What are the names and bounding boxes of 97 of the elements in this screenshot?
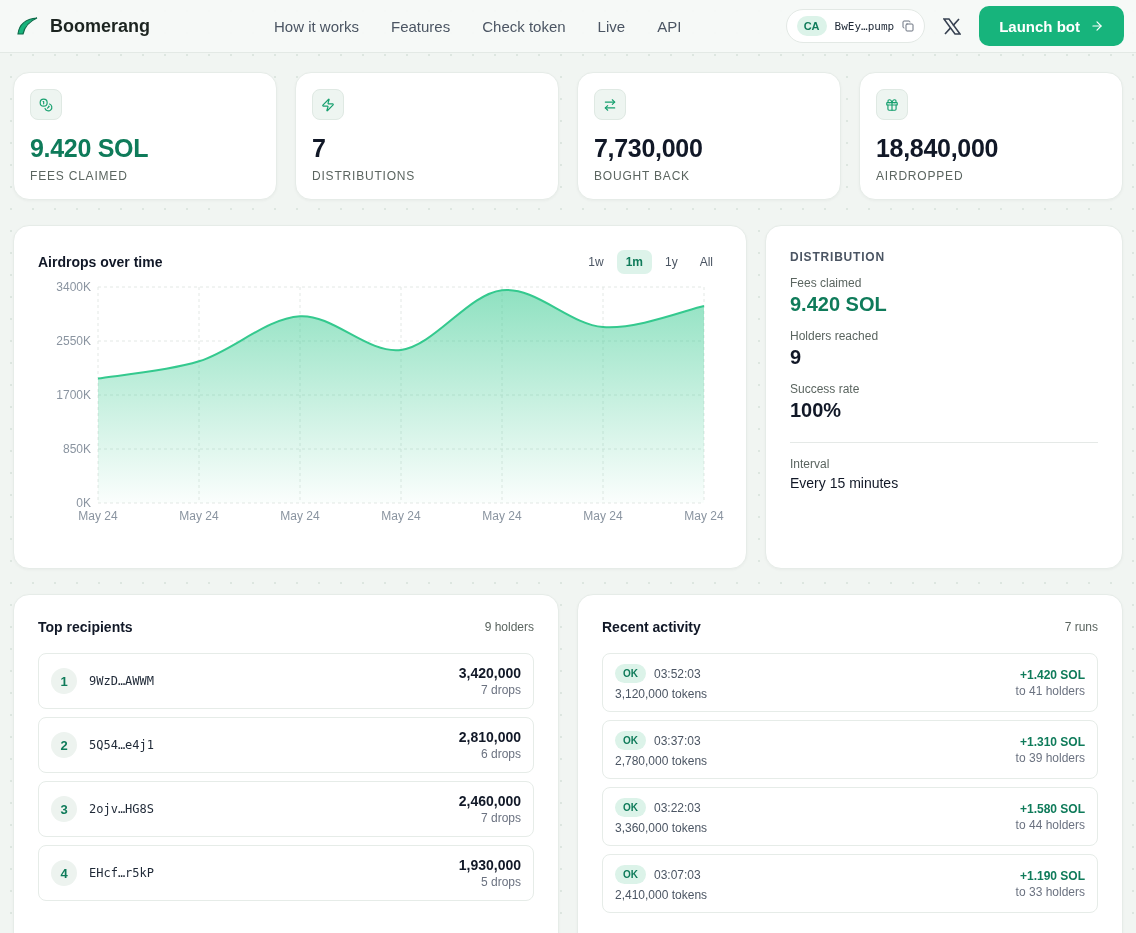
contract-address: BwEy…pump	[834, 19, 895, 33]
run-time: 03:52:03	[654, 666, 701, 681]
drop-count: 6 drops	[480, 747, 521, 761]
rank-badge: 4	[51, 860, 77, 886]
y-axis-label: 0K	[76, 496, 91, 510]
token-amount: 2,810,000	[458, 729, 521, 745]
rank-badge: 3	[51, 796, 77, 822]
status-badge: OK	[615, 731, 646, 750]
metric-value: 9	[790, 346, 803, 369]
x-axis-label: May 24	[381, 509, 421, 523]
run-time: 03:07:03	[654, 867, 701, 882]
status-badge: OK	[615, 798, 646, 817]
recipient-row[interactable]: 4 EHcf…r5kP 1,930,000 5 drops	[38, 845, 534, 901]
drop-count: 7 drops	[480, 811, 521, 825]
recipients-title: Top recipients	[38, 619, 133, 635]
status-badge: OK	[615, 865, 646, 884]
stat-label: BOUGHT BACK	[594, 169, 691, 183]
drop-count: 5 drops	[480, 875, 521, 889]
nav-link[interactable]: API	[657, 17, 682, 35]
stat-label: AIRDROPPED	[876, 169, 965, 183]
sol-amount: +1.310 SOL	[1019, 734, 1085, 749]
rank-badge: 2	[51, 732, 77, 758]
ca-badge: CA	[796, 16, 827, 36]
brand-name: Boomerang	[50, 15, 150, 37]
x-logo-icon[interactable]	[943, 17, 962, 35]
recipient-row[interactable]: 1 9WzD…AWWM 3,420,000 7 drops	[38, 653, 534, 709]
boomerang-logo-icon	[16, 16, 38, 36]
recipient-row[interactable]: 3 2ojv…HG8S 2,460,000 7 drops	[38, 781, 534, 837]
distribution-title: DISTRIBUTION	[790, 250, 886, 264]
wallet-address: 5Q54…e4j1	[89, 738, 156, 752]
gift-icon	[876, 89, 908, 120]
sol-amount: +1.420 SOL	[1019, 667, 1085, 682]
stat-label: FEES CLAIMED	[30, 169, 129, 183]
x-axis-label: May 24	[482, 509, 522, 523]
y-axis-label: 850K	[62, 442, 91, 456]
chart-title: Airdrops over time	[38, 254, 163, 270]
stat-value: 7,730,000	[594, 134, 704, 163]
rank-badge: 1	[51, 668, 77, 694]
metric-label: Fees claimed	[790, 276, 863, 290]
metric-label: Holders reached	[790, 329, 880, 343]
token-count: 2,410,000 tokens	[615, 888, 708, 902]
recipient-row[interactable]: 2 5Q54…e4j1 2,810,000 6 drops	[38, 717, 534, 773]
x-axis-label: May 24	[280, 509, 320, 523]
activity-title: Recent activity	[602, 619, 701, 635]
range-tab[interactable]: All	[690, 250, 722, 274]
x-axis-label: May 24	[179, 509, 219, 523]
stat-value: 18,840,000	[876, 134, 1000, 163]
token-count: 3,360,000 tokens	[615, 821, 708, 835]
token-amount: 1,930,000	[458, 857, 521, 873]
x-axis-label: May 24	[78, 509, 118, 523]
status-badge: OK	[615, 664, 646, 683]
stat-label: DISTRIBUTIONS	[312, 169, 417, 183]
nav-link[interactable]: Live	[597, 17, 626, 35]
drop-count: 7 drops	[480, 683, 521, 697]
holder-reach: to 41 holders	[1015, 683, 1085, 698]
activity-row[interactable]: OK 03:22:03 3,360,000 tokens +1.580 SOL to 44 holders	[602, 787, 1098, 846]
activity-row[interactable]: OK 03:52:03 3,120,000 tokens +1.420 SOL to 41 holders	[602, 653, 1098, 712]
wallet-address: 2ojv…HG8S	[89, 802, 156, 816]
range-tab[interactable]: 1y	[655, 250, 687, 274]
x-axis-label: May 24	[583, 509, 623, 523]
token-amount: 2,460,000	[458, 793, 521, 809]
holder-reach: to 39 holders	[1015, 750, 1085, 765]
x-axis-label: May 24	[684, 509, 724, 523]
activity-row[interactable]: OK 03:07:03 2,410,000 tokens +1.190 SOL to 33 holders	[602, 854, 1098, 913]
wallet-address: 9WzD…AWWM	[89, 674, 156, 688]
run-time: 03:37:03	[654, 733, 701, 748]
wallet-address: EHcf…r5kP	[89, 866, 156, 880]
copy-icon[interactable]	[902, 20, 915, 32]
token-count: 2,780,000 tokens	[615, 754, 708, 768]
holder-count: 9 holders	[484, 620, 534, 634]
lightning-icon	[312, 89, 344, 120]
range-tab[interactable]: 1m	[616, 250, 652, 274]
interval-label: Interval	[790, 457, 831, 471]
token-count: 3,120,000 tokens	[615, 687, 708, 701]
metric-value: 9.420 SOL	[790, 293, 888, 316]
range-tab[interactable]: 1w	[579, 250, 613, 274]
swap-arrows-icon	[594, 89, 626, 120]
holder-reach: to 33 holders	[1015, 884, 1085, 899]
sol-amount: +1.190 SOL	[1019, 868, 1085, 883]
activity-row[interactable]: OK 03:37:03 2,780,000 tokens +1.310 SOL to 39 holders	[602, 720, 1098, 779]
run-count: 7 runs	[1064, 620, 1098, 634]
coins-icon	[30, 89, 62, 120]
interval-value: Every 15 minutes	[790, 475, 900, 491]
sol-amount: +1.580 SOL	[1019, 801, 1085, 816]
stat-value: 9.420 SOL	[30, 134, 150, 163]
y-axis-label: 1700K	[56, 388, 91, 402]
nav-link[interactable]: How it works	[274, 17, 359, 35]
nav-link[interactable]: Features	[391, 17, 451, 35]
stat-value: 7	[312, 134, 327, 163]
token-amount: 3,420,000	[458, 665, 521, 681]
y-axis-label: 3400K	[56, 280, 91, 294]
metric-label: Success rate	[790, 382, 861, 396]
run-time: 03:22:03	[654, 800, 701, 815]
metric-value: 100%	[790, 399, 843, 422]
nav-link[interactable]: Check token	[482, 17, 566, 35]
y-axis-label: 2550K	[56, 334, 91, 348]
holder-reach: to 44 holders	[1015, 817, 1085, 832]
